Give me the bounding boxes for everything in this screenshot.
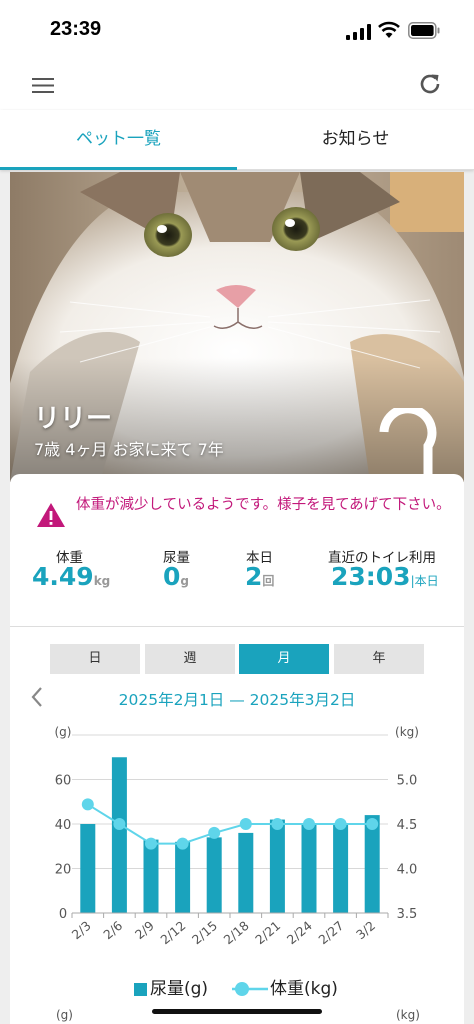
stat-weight-value: 4.49kg (32, 562, 110, 591)
battery-icon (408, 22, 440, 39)
period-day-button[interactable]: 日 (50, 644, 140, 674)
tab-bar: ペット一覧 お知らせ (0, 110, 474, 170)
stat-urine-number: 0 (163, 562, 181, 591)
chart-bar (206, 837, 222, 913)
x-tick-label: 2/15 (189, 918, 220, 948)
x-tick-label: 2/18 (221, 918, 252, 948)
chart-legend: 尿量(g) 体重(kg) (0, 976, 474, 1002)
gender-symbol-icon (379, 408, 437, 482)
refresh-icon[interactable] (416, 70, 444, 98)
x-tick-label: 2/27 (315, 918, 346, 948)
stat-last-toilet-value: 23:03|本日 (331, 562, 439, 591)
weight-point (239, 818, 252, 830)
stat-weight-unit: kg (93, 574, 111, 588)
x-tick-label: 2/24 (284, 918, 315, 948)
y-tick-left-label: 60 (55, 774, 72, 789)
y-tick-left-label: 20 (55, 863, 72, 878)
app-header (0, 60, 474, 110)
chart-bar (80, 824, 96, 913)
weight-point (271, 818, 284, 830)
stat-urine-unit: g (180, 574, 189, 588)
y-axis-left-label: (g) (55, 725, 72, 739)
x-tick-label: 2/21 (252, 918, 283, 948)
warning-icon (37, 503, 65, 527)
legend-bar-swatch (134, 983, 147, 996)
stat-today-number: 2 (245, 562, 263, 591)
pet-age: 7歳 4ヶ月 お家に来て 7年 (34, 440, 224, 459)
stat-weight-number: 4.49 (32, 562, 94, 591)
chart-bar (143, 839, 159, 913)
x-tick-label: 2/12 (157, 918, 188, 948)
y-tick-right-label: 3.5 (397, 907, 418, 922)
cellular-signal-icon (346, 24, 371, 40)
chart-bar (269, 819, 285, 913)
weight-point (303, 818, 315, 830)
next-chart-left-unit: (g) (56, 1008, 73, 1022)
y-tick-right-label: 4.5 (397, 818, 418, 833)
x-tick-label: 2/9 (132, 918, 157, 942)
weight-point (113, 818, 126, 830)
weight-point (334, 818, 347, 830)
weight-point (145, 837, 157, 850)
period-month-button[interactable]: 月 (239, 644, 329, 674)
stat-urine-value: 0g (163, 562, 189, 591)
weight-point (366, 818, 379, 830)
period-year-button[interactable]: 年 (334, 644, 424, 674)
stat-last-toilet-day: |本日 (410, 574, 439, 588)
chart-bar (238, 832, 254, 913)
tab-notifications[interactable]: お知らせ (237, 110, 474, 170)
y-tick-left-label: 0 (59, 907, 67, 922)
y-tick-left-label: 40 (55, 818, 72, 833)
legend-urine-label: 尿量(g) (150, 979, 209, 999)
status-time: 23:39 (50, 18, 102, 40)
stat-today-value: 2回 (245, 562, 274, 591)
x-tick-label: 2/3 (69, 918, 94, 942)
section-divider (10, 626, 464, 627)
legend-weight-label: 体重(kg) (270, 979, 338, 999)
period-week-button[interactable]: 週 (145, 644, 235, 674)
hamburger-menu-icon[interactable] (30, 74, 56, 96)
chart-bar (175, 841, 191, 913)
stat-last-toilet-time: 23:03 (331, 562, 411, 591)
stat-today-unit: 回 (262, 574, 275, 588)
tab-pet-list[interactable]: ペット一覧 (0, 110, 237, 170)
y-axis-right-label: (kg) (395, 725, 419, 739)
wifi-icon (378, 21, 400, 38)
date-range-label: 2025年2月1日 — 2025年3月2日 (118, 691, 356, 709)
x-tick-label: 2/6 (100, 918, 125, 942)
urine-weight-chart: (g) (kg)02040603.54.04.55.02/3 2/6 2/9 2/12 2… (55, 725, 419, 948)
chart-bar (301, 824, 317, 913)
home-indicator (152, 1009, 322, 1014)
weight-point (176, 837, 189, 850)
y-tick-right-label: 4.0 (397, 863, 418, 878)
status-bar: 23:39 (0, 0, 474, 60)
chart-bar (111, 757, 127, 913)
weight-point (81, 798, 94, 811)
x-tick-label: 3/2 (353, 918, 378, 942)
weight-point (208, 826, 221, 839)
legend-line-swatch (232, 982, 268, 996)
next-chart-right-unit: (kg) (396, 1008, 420, 1022)
pet-name: リリー (34, 404, 113, 434)
alert-message: 体重が減少しているようです。様子を見てあげて下さい。 (76, 497, 451, 513)
y-tick-right-label: 5.0 (397, 774, 418, 789)
chart-bar (333, 824, 349, 913)
